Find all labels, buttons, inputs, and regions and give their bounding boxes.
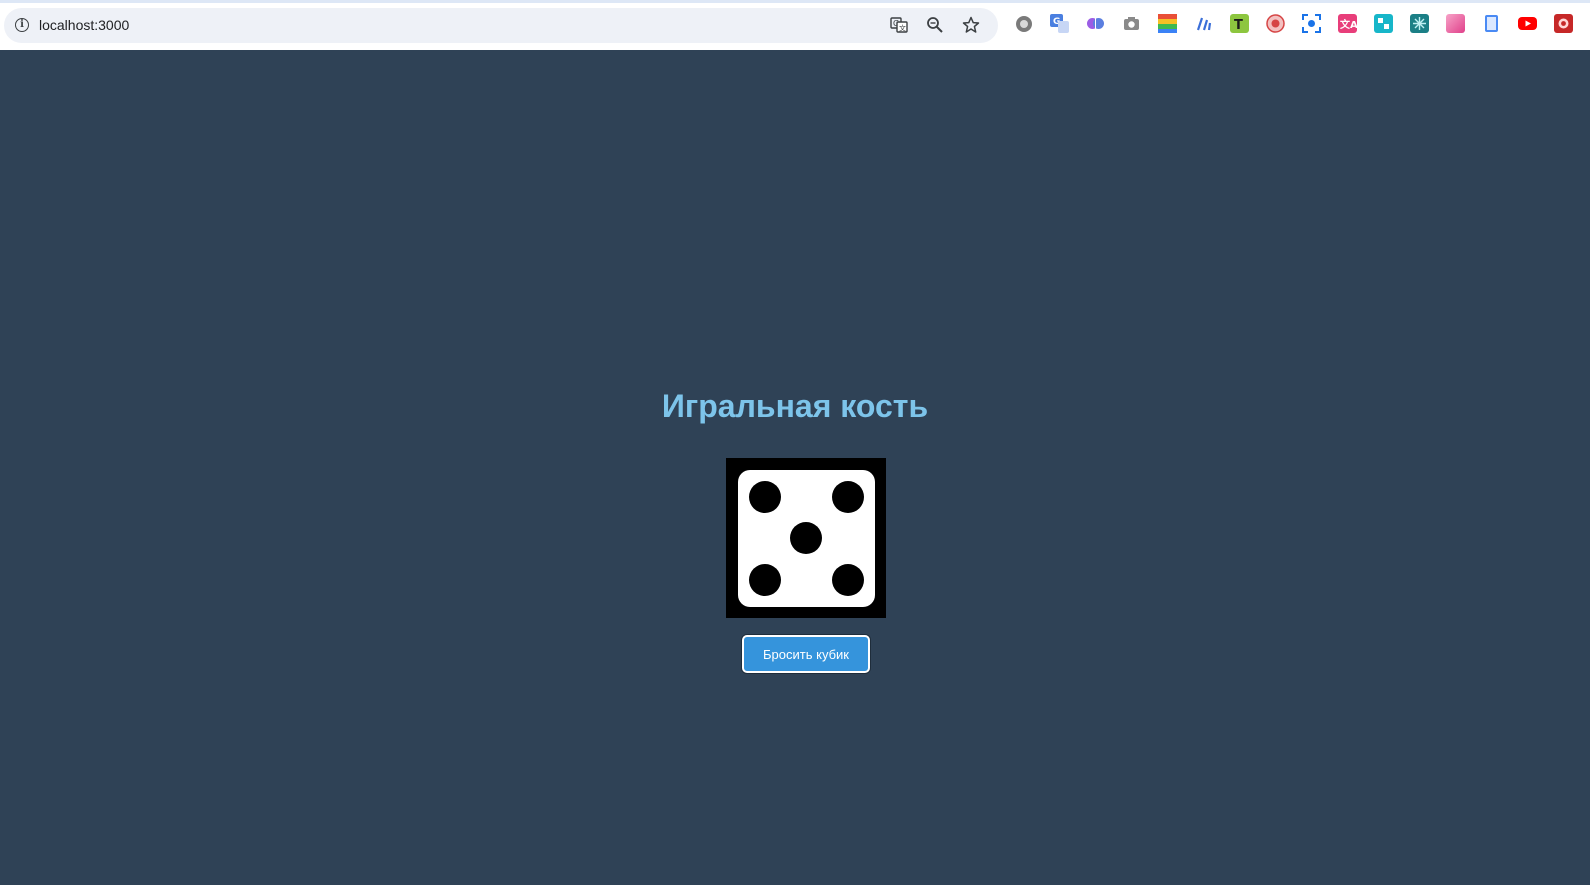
svg-text:文A: 文A [1340,18,1357,31]
extension-gray-circle-icon[interactable] [1014,14,1033,33]
address-bar[interactable]: i localhost:3000 G 文 [4,8,998,43]
extension-gradient-icon[interactable] [1446,14,1465,33]
extension-green-t-icon[interactable]: T [1230,14,1249,33]
extension-chart-icon[interactable] [1194,14,1213,33]
extension-screenshot-icon[interactable] [1302,14,1321,33]
extension-cyan-icon[interactable] [1374,14,1393,33]
svg-text:T: T [1234,18,1243,33]
bookmark-star-icon[interactable] [962,16,980,34]
browser-toolbar: i localhost:3000 G 文 G T 文A [0,0,1590,50]
roll-dice-button[interactable]: Бросить кубик [742,635,870,673]
die-pip-top-left [749,481,781,513]
die-face-five [738,470,875,607]
extension-youtube-icon[interactable] [1518,14,1537,33]
extension-teal-icon[interactable] [1410,14,1429,33]
die-pip-center [790,522,822,554]
site-info-icon[interactable]: i [15,18,29,32]
address-bar-url[interactable]: localhost:3000 [39,8,129,43]
extension-camera-icon[interactable] [1122,14,1141,33]
extension-translate-icon[interactable]: G [1050,14,1069,33]
die-pip-bottom-left [749,564,781,596]
die-pip-top-right [832,481,864,513]
svg-text:文: 文 [899,24,906,33]
app-page: Игральная кость Бросить кубик [0,50,1590,885]
extension-red-circle-icon[interactable] [1266,14,1285,33]
extension-doc-icon[interactable] [1482,14,1501,33]
extensions-toolbar: G T 文A [1014,14,1573,33]
extension-colorgrid-icon[interactable] [1158,14,1177,33]
extension-pink-icon[interactable]: 文A [1338,14,1357,33]
translate-icon[interactable]: G 文 [890,16,908,34]
die-container [726,458,886,618]
tab-strip-edge [0,0,1590,3]
zoom-icon[interactable] [926,16,944,34]
address-bar-actions: G 文 [890,16,980,34]
die-pip-bottom-right [832,564,864,596]
extension-red-square-icon[interactable] [1554,14,1573,33]
extension-brain-icon[interactable] [1086,14,1105,33]
page-title: Игральная кость [661,388,929,424]
